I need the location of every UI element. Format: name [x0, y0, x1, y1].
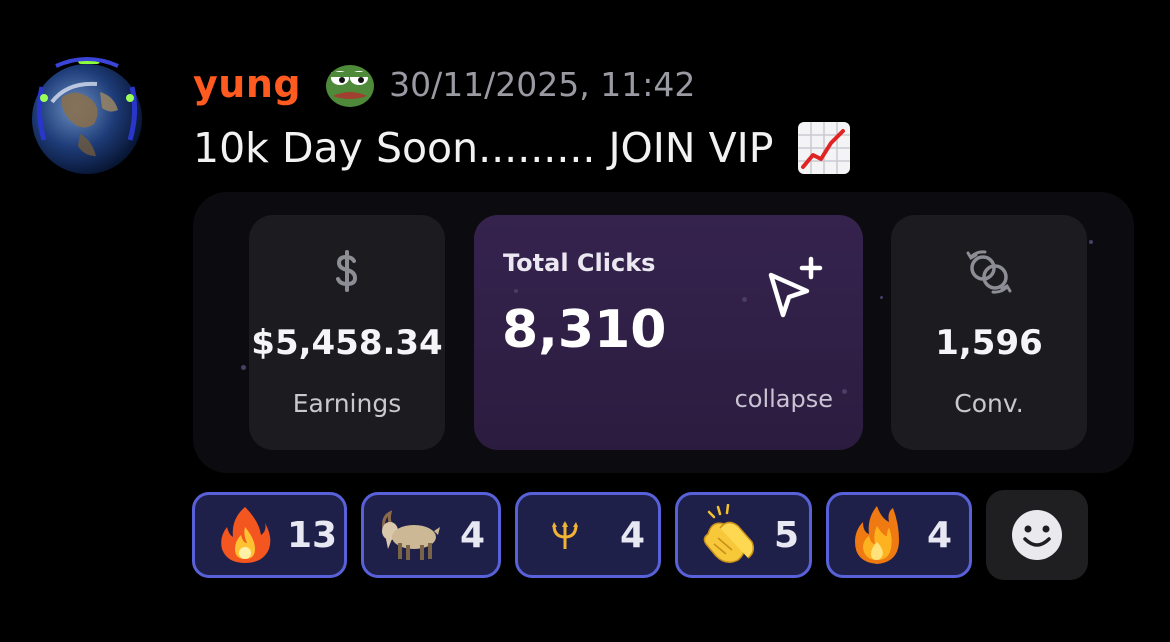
decorative-dot — [1089, 240, 1093, 244]
goat-icon — [382, 510, 440, 560]
reaction-clapping-hands[interactable]: 5 — [675, 492, 812, 578]
add-reaction-button[interactable] — [986, 490, 1088, 580]
conversions-value: 1,596 — [935, 323, 1043, 363]
chart-increasing-icon — [798, 122, 851, 174]
total-clicks-label: Total Clicks — [503, 249, 656, 277]
reactions-bar: 13 4 4 5 4 — [192, 490, 1088, 580]
decorative-dot — [241, 365, 246, 370]
avatar[interactable] — [22, 52, 152, 182]
smiley-face-icon — [1012, 510, 1062, 560]
decorative-dot — [842, 389, 847, 394]
conversion-icon — [966, 250, 1012, 294]
message-header: yung 30/11/2025, 11:42 — [193, 58, 695, 110]
collapse-toggle[interactable]: collapse — [735, 385, 833, 413]
conversions-card: 1,596 Conv. — [891, 215, 1087, 450]
reaction-count: 5 — [774, 514, 800, 556]
earnings-card: $5,458.34 Earnings — [249, 215, 445, 450]
reaction-flame[interactable]: 4 — [826, 492, 972, 578]
fire-icon — [221, 507, 271, 563]
clapping-hands-icon — [703, 504, 755, 563]
stats-embed[interactable]: $5,458.34 Earnings Total Clicks 8,310 co… — [193, 192, 1134, 473]
message-text: 10k Day Soon......... JOIN VIP — [193, 124, 774, 172]
earnings-label: Earnings — [292, 389, 402, 418]
reaction-goat[interactable]: 4 — [361, 492, 501, 578]
total-clicks-value: 8,310 — [502, 300, 667, 360]
reaction-count: 4 — [460, 514, 486, 556]
decorative-dot — [514, 289, 518, 293]
reaction-trident[interactable]: 4 — [515, 492, 661, 578]
trident-icon — [552, 521, 578, 549]
pepe-frog-icon — [326, 65, 375, 107]
total-clicks-card: Total Clicks 8,310 collapse — [474, 215, 863, 450]
username[interactable]: yung — [193, 62, 301, 106]
reaction-count: 4 — [927, 514, 953, 556]
earnings-value: $5,458.34 — [251, 323, 443, 363]
dollar-icon — [336, 250, 358, 292]
reaction-count: 4 — [620, 514, 646, 556]
message-content: 10k Day Soon......... JOIN VIP — [193, 118, 851, 178]
decorative-dot — [742, 297, 747, 302]
reaction-count: 13 — [287, 514, 338, 556]
decorative-dot — [880, 296, 883, 299]
chat-message: yung 30/11/2025, 11:42 10k Day Soon.....… — [0, 0, 1170, 642]
cursor-plus-icon — [768, 256, 823, 318]
message-timestamp: 30/11/2025, 11:42 — [389, 64, 696, 104]
flame-icon — [855, 506, 899, 564]
reaction-fire[interactable]: 13 — [192, 492, 347, 578]
conversions-label: Conv. — [954, 389, 1024, 418]
